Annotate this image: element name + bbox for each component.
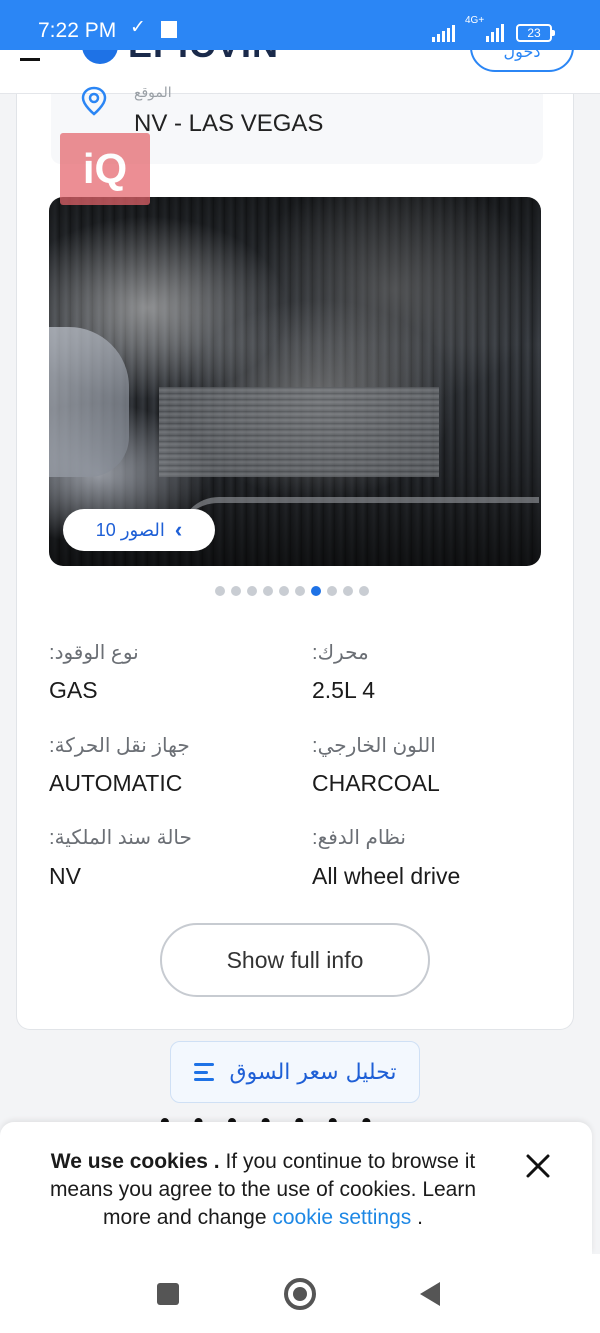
market-analysis-label: تحليل سعر السوق [229,1059,397,1085]
carousel-dots [215,586,369,596]
system-nav-bar [0,1254,600,1333]
close-icon[interactable] [524,1152,552,1180]
back-icon[interactable] [420,1282,440,1306]
chevron-right-icon: › [174,517,183,542]
wifi-signal-icon [432,24,455,42]
battery-level: 23 [527,26,541,40]
exterior-color-label: :اللون الخارجي [312,735,436,757]
location-pin-icon [81,86,107,116]
filter-lines-icon [193,1061,216,1083]
carousel-dot[interactable] [343,586,353,596]
carousel-dot[interactable] [231,586,241,596]
market-analysis-button[interactable]: تحليل سعر السوق [170,1041,420,1103]
title-status-value: NV [49,863,81,889]
carousel-dot[interactable] [215,586,225,596]
cookie-title: We use cookies . [50,1150,220,1173]
cookie-banner: We use cookies . If you continue to brow… [0,1122,592,1254]
engine-value: 2.5L 4 [312,677,376,703]
exterior-color-value: CHARCOAL [312,770,440,796]
photo-headlight [49,327,129,477]
download-check-icon: ✓ [130,17,146,38]
recent-apps-icon[interactable] [157,1283,179,1305]
cookie-end: . [411,1206,423,1229]
carousel-dot[interactable] [359,586,369,596]
home-icon[interactable] [284,1278,316,1310]
show-full-info-button[interactable]: Show full info [160,923,430,997]
photo-bumper [179,497,539,537]
transmission-label: :جهاز نقل الحركة [49,735,190,757]
carousel-dot[interactable] [263,586,273,596]
status-bar: 7:22 PM ✓ 4G+ 23 [0,0,600,50]
iq-watermark: iQ [60,133,150,205]
location-label: الموقع [134,84,172,100]
carousel-dot[interactable] [311,586,321,596]
title-status-label: :حالة سند الملكية [49,827,192,849]
location-value: NV - LAS VEGAS [134,110,324,137]
cookie-settings-link[interactable]: cookie settings [272,1206,411,1229]
carousel-dot[interactable] [295,586,305,596]
carousel-dot[interactable] [327,586,337,596]
cell-signal-icon [486,24,504,42]
cookie-message: We use cookies . If you continue to brow… [26,1148,500,1232]
status-time: 7:22 PM [38,19,117,42]
photo-radiator [159,387,439,477]
engine-label: :محرك [312,642,369,664]
menu-icon[interactable] [20,58,40,61]
vehicle-photo[interactable]: › الصور 10 [49,197,541,566]
carousel-dot[interactable] [279,586,289,596]
network-type: 4G+ [465,15,485,26]
photos-count-button[interactable]: › الصور 10 [63,509,215,551]
drive-label: :نظام الدفع [312,827,406,849]
battery-icon: 23 [516,24,555,42]
transmission-value: AUTOMATIC [49,770,183,796]
photos-count-label: الصور 10 [95,519,165,540]
fuel-label: :نوع الوقود [49,642,139,664]
fuel-value: GAS [49,677,98,703]
notification-icon [161,21,177,38]
drive-value: All wheel drive [312,863,461,889]
carousel-dot[interactable] [247,586,257,596]
